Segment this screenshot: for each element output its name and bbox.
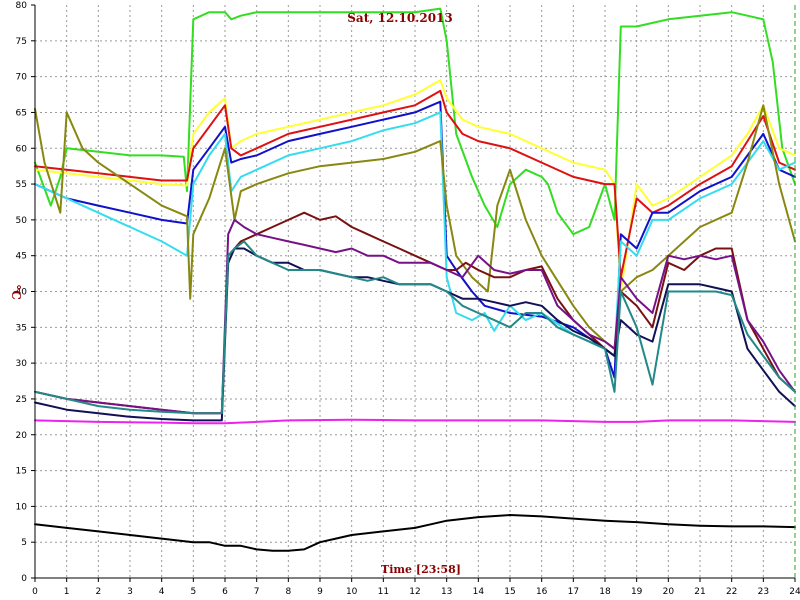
x-tick-label: 3 [127,587,133,597]
x-tick-label: 16 [536,587,548,597]
x-tick-label: 2 [95,587,101,597]
x-tick-label: 9 [317,587,323,597]
x-tick-label: 24 [789,587,800,597]
y-tick-label: 75 [16,37,27,47]
y-tick-label: 50 [16,216,28,226]
y-tick-label: 5 [21,538,27,548]
y-tick-label: 30 [16,359,28,369]
y-tick-label: 35 [16,323,27,333]
x-tick-label: 15 [504,587,515,597]
chart: 0 1 2 3 4 5 6 7 8 9 10 11 12 13 14 15 16 17 18 19 20 21 22 23 24… [0,0,800,600]
x-tick-label: 11 [378,587,389,597]
y-tick-label: 45 [16,252,27,262]
y-tick-label: 55 [16,180,27,190]
x-tick-label: 22 [726,587,737,597]
y-tick-label: 80 [16,1,28,11]
x-tick-label: 7 [254,587,260,597]
x-tick-label: 21 [694,587,705,597]
y-tick-label: 60 [16,144,28,154]
x-tick-label: 23 [758,587,769,597]
x-tick-label: 6 [222,587,228,597]
y-tick-label: 0 [21,574,27,584]
x-tick-label: 8 [285,587,291,597]
x-tick-label: 13 [441,587,452,597]
x-axis-label: Time [23:58] [381,563,461,576]
y-tick-label: 65 [16,108,27,118]
x-tick-label: 0 [32,587,38,597]
x-tick-label: 14 [473,587,485,597]
y-tick-label: 10 [16,502,28,512]
x-tick-label: 10 [346,587,358,597]
y-tick-label: 25 [16,395,27,405]
x-tick-label: 20 [663,587,675,597]
x-tick-label: 19 [631,587,643,597]
x-tick-label: 5 [190,587,196,597]
plot-background [0,0,800,600]
x-tick-label: 17 [568,587,579,597]
x-tick-label: 4 [159,587,165,597]
y-axis-label: °C [9,284,23,300]
y-tick-label: 15 [16,467,27,477]
y-tick-label: 70 [16,73,28,83]
chart-title: Sat, 12.10.2013 [347,11,453,25]
x-tick-label: 12 [409,587,420,597]
y-tick-label: 20 [16,431,28,441]
x-tick-label: 18 [599,587,611,597]
x-tick-label: 1 [64,587,70,597]
